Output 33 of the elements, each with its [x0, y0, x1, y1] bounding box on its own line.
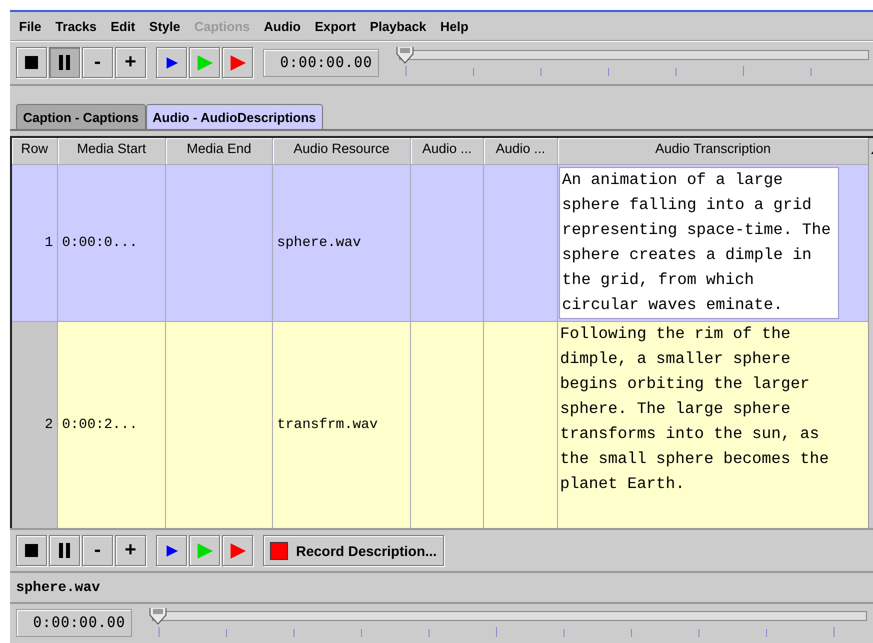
time-display: 0:00:00.00 [263, 48, 380, 76]
step-button[interactable]: + [115, 47, 146, 78]
column-header[interactable]: Audio Transcription [558, 138, 868, 164]
row-number[interactable]: 2 [12, 322, 57, 528]
menu-item[interactable]: Edit [104, 17, 142, 36]
menu-item[interactable]: File [12, 17, 48, 36]
table-cell-text: Following the rim of the dimple, a smaller sphere begins orbiting the larger sphere. The large sphere transforms into the sun, as the small sphere becomes the planet Earth. [559, 324, 830, 495]
column-header[interactable]: Audio Resource [273, 138, 410, 164]
record-button[interactable]: Record Description... [263, 535, 444, 566]
step-button[interactable]: - [82, 535, 113, 566]
column-header[interactable]: Row [12, 138, 57, 164]
tab[interactable]: Audio - AudioDescriptions [146, 104, 324, 129]
tab[interactable]: Caption - Captions [16, 104, 146, 129]
menu-item[interactable]: Playback [362, 17, 434, 36]
column-header[interactable]: Audio ... [484, 138, 557, 164]
text-area[interactable]: An animation of a large sphere falling into a grid representing space-time. The sphere creates a dimple in the grid, from which circular waves eminate. [559, 167, 839, 319]
menu-item[interactable]: Export [308, 17, 363, 36]
column-header[interactable]: Audio ... [411, 138, 483, 164]
menu-item[interactable]: Style [142, 17, 188, 36]
column-header[interactable]: Media End [166, 138, 272, 164]
table-cell: 0:00:2... [58, 322, 165, 528]
table-cell: sphere.wav [273, 165, 410, 321]
menu-item[interactable]: Audio [256, 17, 308, 36]
row-number[interactable]: 1 [12, 165, 57, 321]
table-cell: 0:00:0... [58, 165, 165, 321]
column-header[interactable]: Media Start [58, 138, 165, 164]
step-button[interactable]: + [115, 535, 146, 566]
file-name: sphere.wav [16, 580, 100, 596]
step-button[interactable]: - [82, 47, 113, 78]
time-display: 0:00:00.00 [16, 608, 132, 636]
menu-item[interactable]: Help [433, 17, 476, 36]
menu-item[interactable]: Tracks [48, 17, 104, 36]
table-cell: transfrm.wav [273, 322, 410, 528]
